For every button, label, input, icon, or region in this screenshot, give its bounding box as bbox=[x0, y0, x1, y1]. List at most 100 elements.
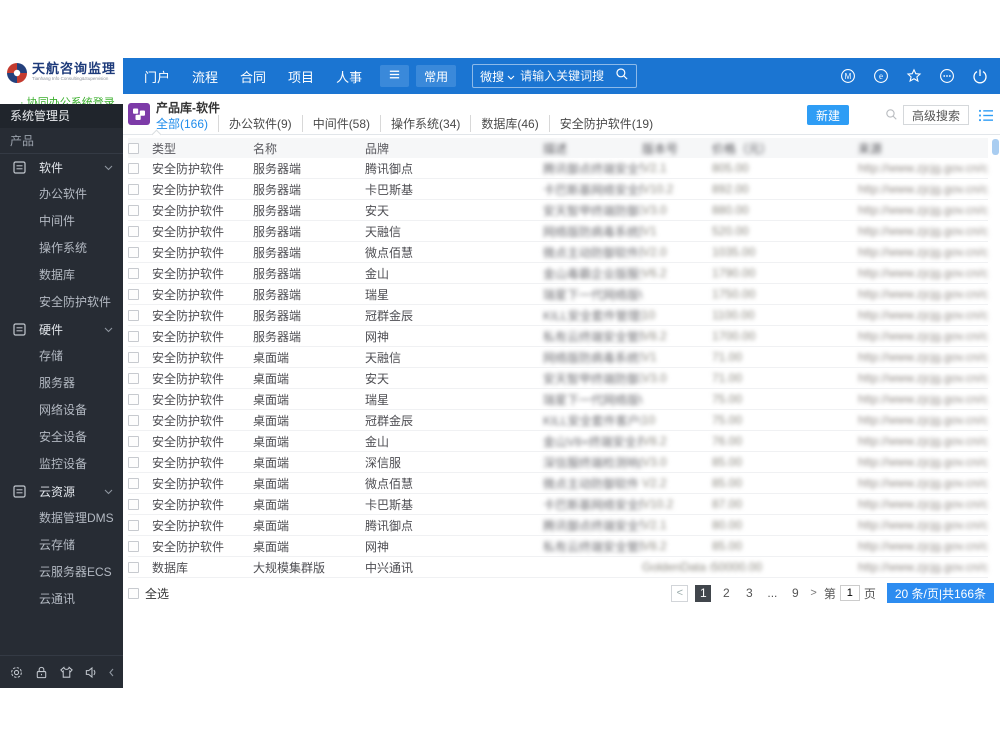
advanced-search-button[interactable]: 高级搜索 bbox=[902, 105, 969, 125]
sidebar-group-2[interactable]: 云资源 bbox=[0, 478, 123, 505]
row-checkbox[interactable] bbox=[128, 393, 139, 405]
prev-page-button[interactable]: < bbox=[671, 584, 689, 602]
row-checkbox[interactable] bbox=[128, 435, 139, 447]
power-icon[interactable] bbox=[972, 68, 988, 84]
cell-8-2: 网神 bbox=[365, 329, 390, 344]
row-checkbox[interactable] bbox=[128, 288, 139, 300]
header-checkbox[interactable] bbox=[128, 142, 139, 154]
cell-18-6: http://www.zjcjg.gov.cn/cjg/ bbox=[858, 539, 988, 553]
theme-shirt-icon[interactable] bbox=[58, 663, 76, 681]
sidebar-item-0-1[interactable]: 中间件 bbox=[0, 208, 123, 235]
cell-3-4: V1 bbox=[642, 224, 657, 238]
cell-19-5: 50000.00 bbox=[712, 560, 763, 574]
sidebar-item-1-4[interactable]: 监控设备 bbox=[0, 451, 123, 478]
menu-hamburger-button[interactable] bbox=[380, 65, 410, 87]
search-icon[interactable] bbox=[615, 67, 629, 86]
sidebar-section-product[interactable]: 产品 bbox=[0, 128, 123, 154]
page-number-9[interactable]: 9 bbox=[787, 585, 803, 602]
svg-text:M: M bbox=[845, 72, 852, 81]
nav-item-3[interactable]: 合同 bbox=[229, 67, 277, 86]
sidebar-item-0-3[interactable]: 数据库 bbox=[0, 262, 123, 289]
page-number-2[interactable]: 2 bbox=[718, 585, 734, 602]
cell-19-0: 数据库 bbox=[152, 560, 189, 575]
sidebar-group-0[interactable]: 软件 bbox=[0, 154, 123, 181]
collapse-chevron-icon[interactable] bbox=[108, 663, 116, 681]
tab-5[interactable]: 安全防护软件(19) bbox=[548, 115, 663, 132]
tab-0[interactable]: 全部(166) bbox=[156, 115, 218, 132]
sidebar-item-2-3[interactable]: 云通讯 bbox=[0, 586, 123, 613]
sidebar-item-1-0[interactable]: 存储 bbox=[0, 343, 123, 370]
sidebar-group-1[interactable]: 硬件 bbox=[0, 316, 123, 343]
page-number-...[interactable]: ... bbox=[764, 585, 780, 602]
cell-9-4: V1 bbox=[642, 350, 657, 364]
nav-item-1[interactable]: 门户 bbox=[133, 67, 181, 86]
sidebar-item-0-2[interactable]: 操作系统 bbox=[0, 235, 123, 262]
tab-3[interactable]: 操作系统(34) bbox=[380, 115, 470, 132]
row-checkbox[interactable] bbox=[128, 372, 139, 384]
cell-17-6: http://www.zjcjg.gov.cn/cjg/ bbox=[858, 518, 988, 532]
cell-12-0: 安全防护软件 bbox=[152, 413, 225, 428]
search-scope-selector[interactable]: 微搜 bbox=[480, 68, 515, 85]
page-number-3[interactable]: 3 bbox=[741, 585, 757, 602]
row-checkbox[interactable] bbox=[128, 162, 139, 174]
next-page-button[interactable]: > bbox=[810, 587, 816, 599]
row-checkbox[interactable] bbox=[128, 309, 139, 321]
cell-1-3: 卡巴斯基网络安全解决方案 高级版（标准交付） bbox=[543, 182, 642, 197]
sidebar-item-2-2[interactable]: 云服务器ECS bbox=[0, 559, 123, 586]
table-header: 类型 名称 品牌 描述 版本号 价格（元） 来源 bbox=[128, 138, 988, 158]
favorites-star-icon[interactable] bbox=[906, 68, 922, 84]
cell-17-5: 80.00 bbox=[712, 518, 743, 532]
goto-page-input[interactable] bbox=[839, 585, 860, 601]
nav-item-2[interactable]: 流程 bbox=[181, 67, 229, 86]
row-checkbox[interactable] bbox=[128, 498, 139, 510]
m-circle-icon[interactable]: M bbox=[840, 68, 856, 84]
global-search-input[interactable] bbox=[520, 69, 611, 83]
new-button[interactable]: 新建 bbox=[806, 105, 849, 125]
row-checkbox[interactable] bbox=[128, 540, 139, 552]
e-circle-icon[interactable]: e bbox=[873, 68, 889, 84]
nav-item-5[interactable]: 人事 bbox=[325, 67, 373, 86]
cell-17-4: V2.1 bbox=[642, 518, 667, 532]
row-checkbox[interactable] bbox=[128, 456, 139, 468]
more-circle-icon[interactable] bbox=[939, 68, 955, 84]
select-all-checkbox[interactable] bbox=[128, 587, 139, 599]
cell-19-2: 中兴通讯 bbox=[365, 560, 414, 575]
table-row: 安全防护软件 桌面端 网神 私有云终端安全管理系统 （桌面版）V8.2 85.00 htt… bbox=[128, 536, 988, 557]
row-checkbox[interactable] bbox=[128, 183, 139, 195]
page-number-1[interactable]: 1 bbox=[695, 584, 712, 602]
row-checkbox[interactable] bbox=[128, 351, 139, 363]
sidebar-item-0-4[interactable]: 安全防护软件 bbox=[0, 289, 123, 316]
sidebar-item-1-3[interactable]: 安全设备 bbox=[0, 424, 123, 451]
cell-3-6: http://www.zjcjg.gov.cn/cjg/ bbox=[858, 224, 988, 238]
row-checkbox[interactable] bbox=[128, 330, 139, 342]
lock-icon[interactable] bbox=[33, 663, 51, 681]
sidebar-item-2-1[interactable]: 云存储 bbox=[0, 532, 123, 559]
row-checkbox[interactable] bbox=[128, 477, 139, 489]
table-row: 安全防护软件 桌面端 微点佰慧 微点主动防御软件（单机版）V2.2 85.00 http:… bbox=[128, 473, 988, 494]
list-view-icon[interactable] bbox=[978, 107, 994, 123]
nav-item-4[interactable]: 项目 bbox=[277, 67, 325, 86]
cell-14-4: V3.0 bbox=[642, 455, 667, 469]
table-row: 安全防护软件 服务器端 卡巴斯基 卡巴斯基网络安全解决方案 高级版（标准交付）V10.… bbox=[128, 179, 988, 200]
table-row: 安全防护软件 服务器端 微点佰慧 微点主动防御软件服务端V2.0 1035.00 http… bbox=[128, 242, 988, 263]
sidebar-item-1-2[interactable]: 网络设备 bbox=[0, 397, 123, 424]
page-title: 产品库-软件 bbox=[156, 101, 220, 115]
row-checkbox[interactable] bbox=[128, 519, 139, 531]
common-button[interactable]: 常用 bbox=[416, 65, 457, 87]
tab-4[interactable]: 数据库(46) bbox=[470, 115, 548, 132]
tab-2[interactable]: 中间件(58) bbox=[301, 115, 380, 132]
cell-15-0: 安全防护软件 bbox=[152, 476, 225, 491]
row-checkbox[interactable] bbox=[128, 246, 139, 258]
row-checkbox[interactable] bbox=[128, 225, 139, 237]
row-checkbox[interactable] bbox=[128, 561, 139, 573]
tab-1[interactable]: 办公软件(9) bbox=[218, 115, 302, 132]
settings-gear-icon[interactable] bbox=[8, 663, 26, 681]
scrollbar-thumb[interactable] bbox=[992, 139, 999, 155]
row-checkbox[interactable] bbox=[128, 267, 139, 279]
sidebar-item-1-1[interactable]: 服务器 bbox=[0, 370, 123, 397]
sidebar-item-2-0[interactable]: 数据管理DMS bbox=[0, 505, 123, 532]
sidebar-item-0-0[interactable]: 办公软件 bbox=[0, 181, 123, 208]
row-checkbox[interactable] bbox=[128, 204, 139, 216]
row-checkbox[interactable] bbox=[128, 414, 139, 426]
volume-icon[interactable] bbox=[83, 663, 101, 681]
